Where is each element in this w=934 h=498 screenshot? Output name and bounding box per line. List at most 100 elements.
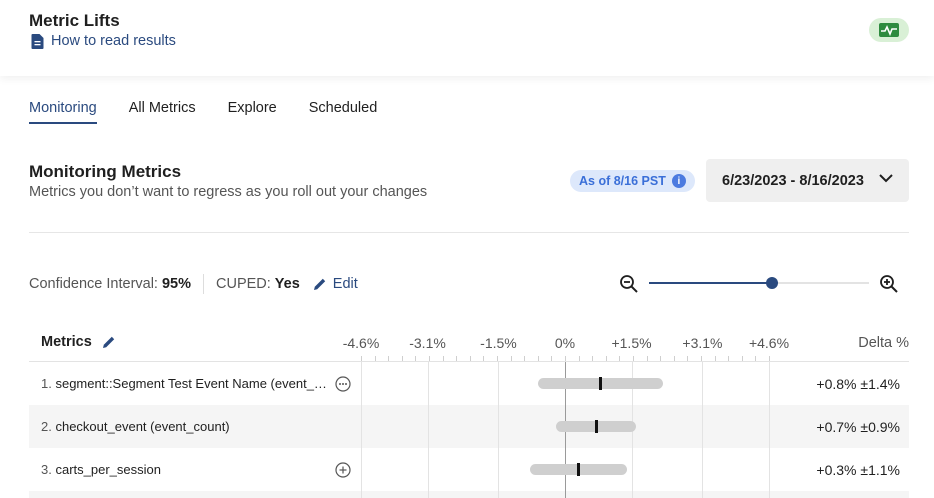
axis-minor-tick xyxy=(646,356,648,361)
axis-minor-tick xyxy=(401,356,403,361)
axis-minor-tick xyxy=(388,356,390,361)
edit-settings-button[interactable]: Edit xyxy=(313,276,358,292)
pulse-icon xyxy=(879,23,899,37)
metric-index: 1. xyxy=(41,376,56,391)
grid-line xyxy=(361,362,362,405)
axis-minor-tick xyxy=(361,356,362,361)
axis-minor-tick xyxy=(483,356,485,361)
info-icon[interactable]: i xyxy=(671,174,686,188)
grid-line xyxy=(498,362,500,405)
zoom-in-icon[interactable] xyxy=(879,274,899,294)
delta-value: +0.3% ±1.1% xyxy=(816,462,900,478)
tab-all-metrics[interactable]: All Metrics xyxy=(129,100,196,122)
axis-minor-tick xyxy=(605,356,607,361)
metric-label: checkout_event (event_count) xyxy=(55,419,230,434)
top-bar: Metric Lifts How to read results xyxy=(0,0,934,76)
add-circle-icon[interactable] xyxy=(335,462,351,483)
tab-scheduled[interactable]: Scheduled xyxy=(309,100,378,122)
grid-line xyxy=(427,448,429,491)
grid-line xyxy=(498,491,500,498)
grid-line xyxy=(631,448,633,491)
axis-minor-tick xyxy=(673,356,675,361)
document-icon xyxy=(31,33,44,49)
axis-minor-tick xyxy=(551,356,553,361)
axis-minor-tick xyxy=(701,356,702,361)
axis-minor-tick xyxy=(714,356,716,361)
axis-minor-tick xyxy=(456,356,458,361)
axis-tick-label: -4.6% xyxy=(342,335,380,351)
pencil-icon xyxy=(313,278,325,290)
axis-minor-tick xyxy=(578,356,580,361)
axis-minor-tick xyxy=(415,356,417,361)
point-estimate-marker xyxy=(576,463,580,476)
analysis-settings: Confidence Interval: 95% CUPED: Yes Edit xyxy=(29,274,358,294)
axis-minor-tick xyxy=(374,356,376,361)
section-subtitle: Metrics you don’t want to regress as you… xyxy=(29,184,428,200)
grid-line xyxy=(361,405,362,448)
date-range-label: 6/23/2023 - 8/16/2023 xyxy=(722,172,864,189)
date-range-picker[interactable]: 6/23/2023 - 8/16/2023 xyxy=(706,159,909,202)
settings-separator xyxy=(203,274,204,294)
metric-index: 3. xyxy=(41,462,56,477)
pencil-icon[interactable] xyxy=(102,335,116,349)
delta-column-header: Delta % xyxy=(858,335,909,351)
tab-explore[interactable]: Explore xyxy=(228,100,277,122)
axis-minor-tick xyxy=(429,356,430,361)
table-row[interactable] xyxy=(29,491,909,498)
section-divider xyxy=(29,232,909,233)
axis-minor-tick xyxy=(442,356,444,361)
grid-line xyxy=(769,491,770,498)
axis-minor-tick xyxy=(469,356,471,361)
grid-line xyxy=(361,491,362,498)
table-body: 1. segment::Segment Test Event Name (eve… xyxy=(29,362,909,498)
edit-label: Edit xyxy=(332,276,358,292)
axis-minor-tick xyxy=(687,356,689,361)
metrics-table: Metrics Delta % -4.6% -3.1% -1.5% 0% +1.5% +3… xyxy=(29,322,909,498)
table-header: Metrics Delta % -4.6% -3.1% -1.5% 0% +1.5% +3… xyxy=(29,322,909,362)
ci-label: Confidence Interval: xyxy=(29,276,158,292)
grid-line xyxy=(631,491,633,498)
cuped-label: CUPED: xyxy=(216,276,271,292)
axis-minor-tick xyxy=(619,356,621,361)
axis-minor-tick xyxy=(660,356,662,361)
grid-line xyxy=(702,362,704,405)
axis-minor-tick xyxy=(755,356,757,361)
metric-name: 2. checkout_event (event_count) xyxy=(41,419,331,434)
zoom-slider-thumb[interactable] xyxy=(766,277,779,289)
point-estimate-marker xyxy=(594,420,598,433)
grid-line xyxy=(769,362,770,405)
ci-value: 95% xyxy=(161,276,191,292)
zoom-out-icon[interactable] xyxy=(619,274,639,294)
grid-line xyxy=(769,448,770,491)
axis-minor-tick xyxy=(537,356,539,361)
chevron-down-icon xyxy=(879,174,893,183)
as-of-badge: As of 8/16 PST i xyxy=(570,170,695,192)
metrics-column-header: Metrics xyxy=(41,334,116,350)
axis-tick-label: -3.1% xyxy=(409,335,446,351)
page-title: Metric Lifts xyxy=(29,11,120,30)
more-options-icon[interactable] xyxy=(335,376,351,397)
axis-minor-tick xyxy=(565,356,566,361)
axis-minor-tick xyxy=(769,356,770,361)
metric-label: carts_per_session xyxy=(55,462,161,477)
axis-minor-tick xyxy=(633,356,634,361)
grid-line xyxy=(702,491,704,498)
axis-tick-label: -1.5% xyxy=(480,335,517,351)
metric-index: 2. xyxy=(41,419,56,434)
table-row[interactable]: 3. carts_per_session +0.3% ±1.1% xyxy=(29,448,909,491)
cuped-value: Yes xyxy=(274,276,300,292)
health-check-button[interactable] xyxy=(869,18,909,42)
grid-line xyxy=(498,405,500,448)
grid-line xyxy=(702,448,704,491)
grid-line xyxy=(702,405,704,448)
axis-minor-tick xyxy=(524,356,526,361)
as-of-label: As of 8/16 PST xyxy=(579,174,666,188)
axis-minor-tick xyxy=(728,356,730,361)
table-row[interactable]: 2. checkout_event (event_count) +0.7% ±0.… xyxy=(29,405,909,448)
how-to-read-link[interactable]: How to read results xyxy=(31,33,176,49)
table-row[interactable]: 1. segment::Segment Test Event Name (eve… xyxy=(29,362,909,405)
how-to-read-label: How to read results xyxy=(51,33,176,49)
grid-line xyxy=(427,362,429,405)
grid-line xyxy=(498,448,500,491)
tab-monitoring[interactable]: Monitoring xyxy=(29,100,97,124)
